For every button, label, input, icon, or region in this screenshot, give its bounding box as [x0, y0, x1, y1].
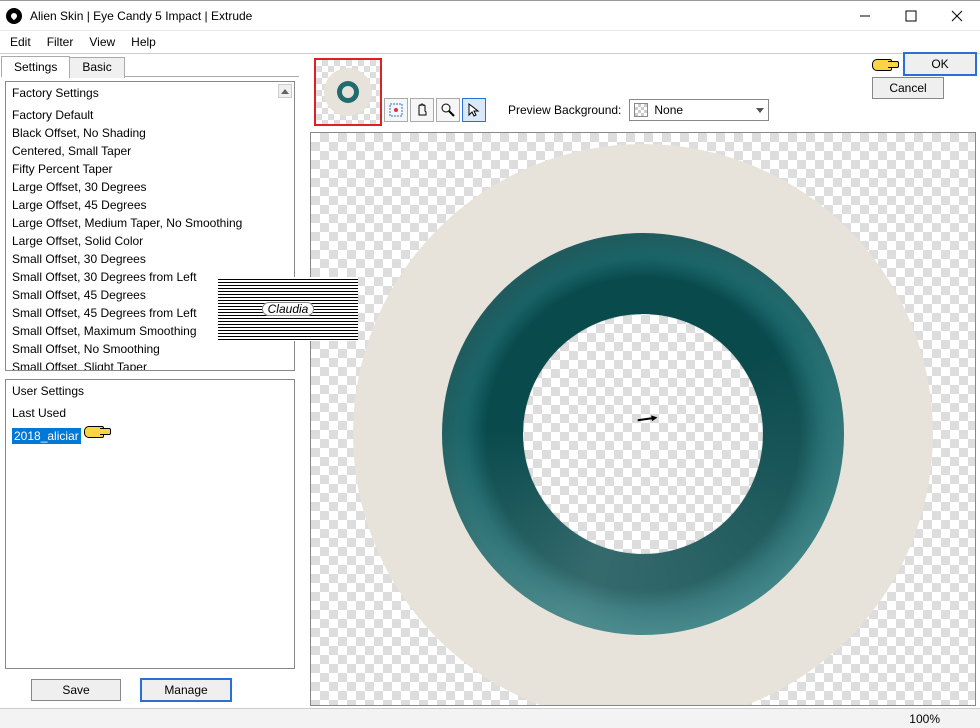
list-item[interactable]: Centered, Small Taper [12, 142, 288, 160]
manage-button[interactable]: Manage [141, 679, 231, 701]
titlebar: Alien Skin | Eye Candy 5 Impact | Extrud… [0, 1, 980, 31]
user-settings-list[interactable]: User Settings Last Used 2018_aliciar [5, 379, 295, 669]
ok-button[interactable]: OK [904, 53, 976, 75]
window-title: Alien Skin | Eye Candy 5 Impact | Extrud… [30, 9, 842, 23]
preview-bg-select[interactable]: None [629, 99, 769, 121]
list-item[interactable]: Small Offset, 30 Degrees [12, 250, 288, 268]
tab-basic[interactable]: Basic [69, 57, 124, 78]
zoom-level: 100% [909, 712, 940, 726]
bottom-buttons: Save Manage [1, 673, 299, 707]
app-icon [6, 8, 22, 24]
save-button[interactable]: Save [31, 679, 121, 701]
maximize-button[interactable] [888, 1, 934, 30]
statusbar: 100% [0, 708, 980, 728]
pointer-hand-icon [872, 55, 900, 73]
user-settings-title: User Settings [12, 384, 288, 398]
list-item[interactable]: Fifty Percent Taper [12, 160, 288, 178]
list-item-selected[interactable]: 2018_aliciar [12, 428, 81, 444]
pointer-hand-icon [84, 422, 112, 440]
list-item[interactable]: Factory Default [12, 106, 288, 124]
right-panel: OK Cancel Preview Background: None [300, 54, 980, 708]
menu-edit[interactable]: Edit [10, 35, 31, 49]
list-item[interactable]: Large Offset, Solid Color [12, 232, 288, 250]
close-button[interactable] [934, 1, 980, 30]
marquee-tool-icon[interactable] [384, 98, 408, 122]
left-panel: Settings Basic Factory Settings Factory … [0, 54, 300, 708]
zoom-tool-icon[interactable] [436, 98, 460, 122]
tabs: Settings Basic [1, 55, 299, 77]
menu-view[interactable]: View [89, 35, 115, 49]
menu-help[interactable]: Help [131, 35, 156, 49]
list-item[interactable]: Black Offset, No Shading [12, 124, 288, 142]
minimize-button[interactable] [842, 1, 888, 30]
watermark: Claudia [218, 277, 358, 341]
checker-swatch-icon [634, 103, 648, 117]
preview-bg-value: None [654, 103, 683, 117]
tab-settings[interactable]: Settings [1, 56, 70, 77]
preview-thumbnail[interactable] [314, 58, 382, 126]
list-item[interactable]: Large Offset, 45 Degrees [12, 196, 288, 214]
scroll-up-icon[interactable] [278, 84, 292, 98]
pointer-tool-icon[interactable] [462, 98, 486, 122]
preview-bg-label: Preview Background: [508, 103, 621, 117]
toolbar: Preview Background: None [300, 98, 980, 122]
list-item[interactable]: Last Used [12, 404, 288, 422]
preview-shape [353, 144, 933, 706]
list-item[interactable]: Large Offset, 30 Degrees [12, 178, 288, 196]
preview-canvas[interactable] [310, 132, 976, 706]
factory-settings-title: Factory Settings [12, 86, 288, 100]
list-item[interactable]: Small Offset, No Smoothing [12, 340, 288, 358]
hand-tool-icon[interactable] [410, 98, 434, 122]
cancel-button[interactable]: Cancel [872, 77, 944, 99]
list-item[interactable]: Small Offset, Slight Taper [12, 358, 288, 371]
menu-filter[interactable]: Filter [47, 35, 74, 49]
list-item[interactable]: Large Offset, Medium Taper, No Smoothing [12, 214, 288, 232]
menubar: Edit Filter View Help [0, 31, 980, 53]
